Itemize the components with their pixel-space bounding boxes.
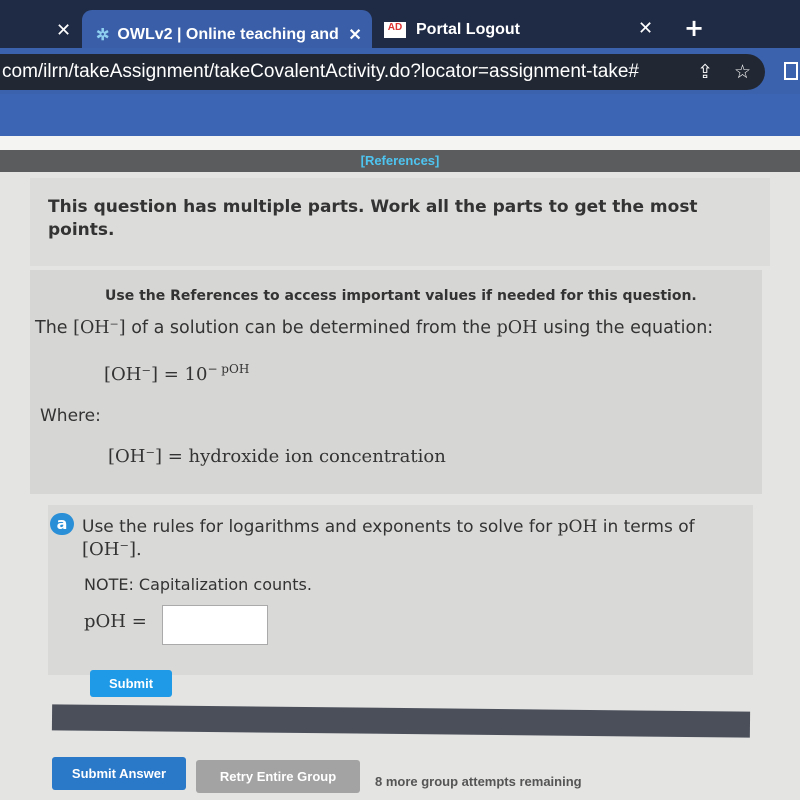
where-label: Where:: [40, 406, 101, 426]
part-a-badge: a: [50, 513, 74, 535]
address-bar-area: com/ilrn/takeAssignment/takeCovalentActi…: [0, 48, 800, 94]
text: using the equation:: [537, 318, 714, 338]
part-a-prompt: Use the rules for logarithms and exponen…: [82, 517, 695, 537]
references-link[interactable]: [References]: [361, 153, 440, 168]
equation-exponent: − pOH: [207, 362, 250, 376]
question-box: Use the References to access important v…: [30, 270, 762, 494]
new-tab-icon[interactable]: +: [684, 14, 704, 42]
poh-input[interactable]: [162, 605, 268, 645]
text: The: [35, 318, 74, 338]
owl-favicon-icon: ✲: [96, 27, 110, 44]
text: Use the rules for logarithms and exponen…: [82, 517, 558, 537]
equation-sentence: The [OH⁻] of a solution can be determine…: [35, 318, 713, 338]
text: of a solution can be determined from the: [125, 318, 497, 338]
close-tab-icon[interactable]: ✕: [56, 20, 71, 41]
divider: [0, 136, 800, 150]
text: in terms of: [597, 517, 695, 537]
portal-favicon-icon: AD: [384, 22, 406, 38]
progress-divider: [51, 704, 751, 738]
equation-lhs: [OH⁻] = 10: [104, 364, 208, 385]
close-tab-icon[interactable]: ✕: [348, 25, 361, 45]
definition: [OH⁻] = hydroxide ion concentration: [108, 446, 446, 467]
oh-symbol: [OH⁻]: [73, 318, 126, 338]
instructions-text: Use the References to access important v…: [105, 288, 697, 304]
tab-portal-logout[interactable]: AD Portal Logout: [384, 10, 520, 50]
bookmark-star-icon[interactable]: ☆: [734, 61, 751, 84]
references-bar: [References]: [0, 150, 800, 172]
part-a-box: a Use the rules for logarithms and expon…: [48, 505, 753, 675]
url-input[interactable]: com/ilrn/takeAssignment/takeCovalentActi…: [0, 54, 765, 90]
retry-group-button[interactable]: Retry Entire Group: [196, 760, 360, 793]
sidebar-icon[interactable]: [784, 62, 798, 80]
tab-label: Portal Logout: [416, 21, 520, 38]
poh-symbol: pOH: [496, 318, 538, 338]
submit-answer-button[interactable]: Submit Answer: [52, 757, 186, 790]
share-icon[interactable]: ⇪: [697, 61, 713, 84]
poh-symbol: pOH: [557, 517, 598, 537]
attempts-remaining: 8 more group attempts remaining: [375, 774, 582, 789]
poh-label: pOH =: [84, 611, 147, 632]
tab-label: OWLv2 | Online teaching and le: [117, 26, 343, 43]
submit-button[interactable]: Submit: [90, 670, 172, 697]
intro-box: This question has multiple parts. Work a…: [30, 178, 770, 266]
intro-text: This question has multiple parts. Work a…: [48, 197, 698, 240]
page-header: [0, 94, 800, 136]
equation: [OH⁻] = 10− pOH: [104, 362, 249, 385]
oh-symbol: [OH⁻].: [82, 539, 142, 560]
note-text: NOTE: Capitalization counts.: [84, 575, 312, 594]
url-text: com/ilrn/takeAssignment/takeCovalentActi…: [2, 61, 639, 82]
close-tab-icon[interactable]: ✕: [638, 18, 653, 39]
